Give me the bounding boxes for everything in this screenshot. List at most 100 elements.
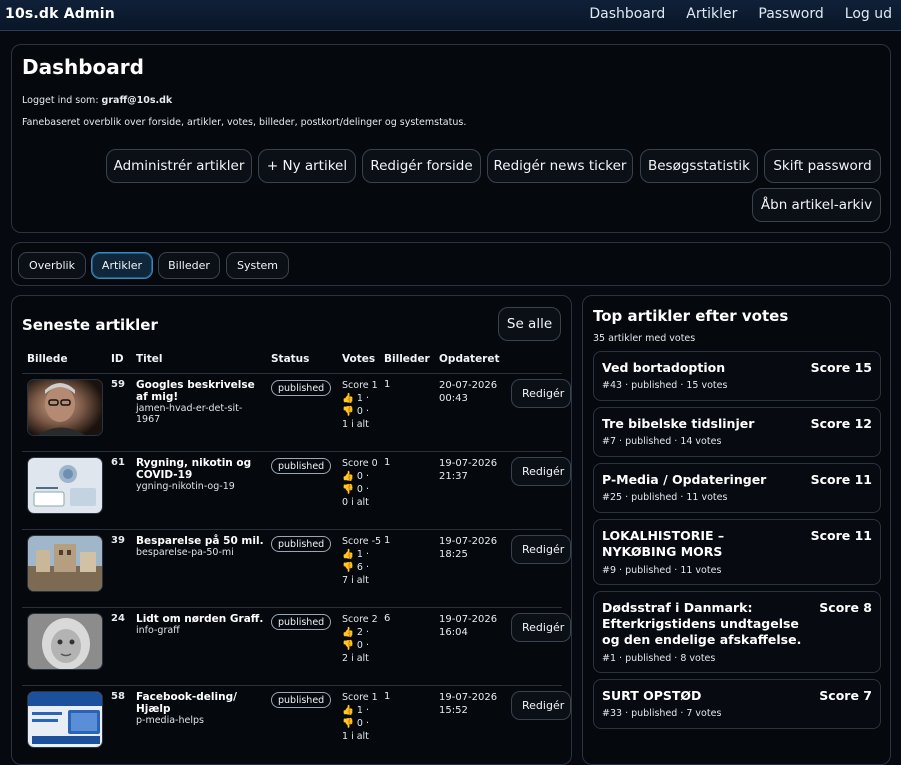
thumbs-up-icon: 👍: [342, 705, 354, 716]
article-thumbnail[interactable]: [27, 613, 103, 670]
status-badge: published: [271, 536, 332, 552]
top-article-card[interactable]: LOKALHISTORIE – NYKØBING MORS Score 11 #…: [593, 519, 881, 585]
article-title[interactable]: Rygning, nikotin og COVID-19: [136, 457, 266, 481]
vote-total: 7 i alt: [342, 575, 369, 586]
article-title[interactable]: Facebook-deling/ Hjælp: [136, 691, 266, 715]
edit-article-button[interactable]: Redigér: [511, 691, 571, 720]
updated-timestamp: 19-07-2026 21:37: [439, 457, 497, 483]
edit-article-button[interactable]: Redigér: [511, 457, 571, 486]
top-articles-title: Top artikler efter votes: [593, 307, 789, 325]
top-article-card[interactable]: SURT OPSTØD Score 7 #33 · published · 7 …: [593, 679, 881, 729]
column-header-status: Status: [271, 353, 310, 365]
vote-summary: Score 0 👍 0 · 👎 0 · 0 i alt: [342, 457, 378, 509]
article-slug: jamen-hvad-er-det-sit-1967: [136, 403, 243, 425]
new-article-button[interactable]: + Ny artikel: [258, 149, 356, 183]
see-all-button[interactable]: Se alle: [498, 307, 561, 341]
top-article-card[interactable]: Ved bortadoption Score 15 #43 · publishe…: [593, 351, 881, 401]
article-id: 58: [111, 691, 125, 702]
table-row: 24 Lidt om nørden Graff. info-graff publ…: [22, 607, 571, 685]
column-header-id: ID: [111, 353, 124, 365]
manage-articles-button[interactable]: Administrér artikler: [106, 149, 252, 183]
article-thumbnail[interactable]: [27, 457, 103, 514]
top-article-card[interactable]: Tre bibelske tidslinjer Score 12 #7 · pu…: [593, 407, 881, 457]
tab-artikler[interactable]: Artikler: [91, 252, 153, 279]
article-title[interactable]: Lidt om nørden Graff.: [136, 613, 266, 625]
thumbs-down-icon: 👎: [342, 484, 354, 495]
updated-date: 19-07-2026: [439, 692, 498, 703]
article-title[interactable]: Besparelse på 50 mil.: [136, 535, 266, 547]
updated-date: 19-07-2026: [439, 614, 498, 625]
image-count: 1: [384, 691, 391, 702]
visitor-stats-button[interactable]: Besøgsstatistik: [640, 149, 758, 183]
nav-link-logout[interactable]: Log ud: [845, 6, 892, 22]
top-article-meta: #33 · published · 7 votes: [602, 708, 722, 719]
top-article-meta: #25 · published · 11 votes: [602, 492, 728, 503]
login-info: Logget ind som: graff@10s.dk: [22, 95, 172, 106]
vote-summary: Score 1 👍 1 · 👎 0 · 1 i alt: [342, 691, 378, 743]
column-header-updated: Opdateret: [439, 353, 500, 365]
updated-timestamp: 19-07-2026 16:04: [439, 613, 497, 639]
updated-time: 21:37: [439, 471, 468, 482]
updated-timestamp: 20-07-2026 00:43: [439, 379, 497, 405]
article-thumbnail[interactable]: [27, 535, 103, 592]
nav-link-dashboard[interactable]: Dashboard: [589, 6, 665, 22]
top-article-score: Score 11: [810, 528, 872, 543]
edit-article-button[interactable]: Redigér: [511, 535, 571, 564]
top-articles-panel: Top artikler efter votes 35 artikler med…: [582, 295, 891, 765]
thumbs-down-icon: 👎: [342, 406, 354, 417]
top-article-score: Score 8: [819, 600, 872, 615]
top-article-title: Dødsstraf i Danmark: Efterkrigstidens un…: [602, 600, 802, 647]
nav-link-password[interactable]: Password: [758, 6, 823, 22]
column-header-images: Billeder: [384, 353, 430, 365]
upvote-count: 1 ·: [356, 549, 369, 560]
top-article-title: Ved bortadoption: [602, 360, 726, 375]
article-id: 59: [111, 379, 125, 390]
article-slug: ygning-nikotin-og-19: [136, 481, 235, 492]
updated-time: 00:43: [439, 393, 468, 404]
vote-summary: Score 1 👍 1 · 👎 0 · 1 i alt: [342, 379, 378, 431]
edit-article-button[interactable]: Redigér: [511, 379, 571, 408]
updated-date: 19-07-2026: [439, 536, 498, 547]
vote-total: 0 i alt: [342, 497, 369, 508]
vote-total: 2 i alt: [342, 653, 369, 664]
top-article-card[interactable]: Dødsstraf i Danmark: Efterkrigstidens un…: [593, 591, 881, 673]
top-nav: Dashboard Artikler Password Log ud: [589, 6, 892, 22]
thumbs-up-icon: 👍: [342, 393, 354, 404]
upvote-count: 0 ·: [356, 471, 369, 482]
edit-frontpage-button[interactable]: Redigér forside: [362, 149, 481, 183]
table-row: 39 Besparelse på 50 mil. besparelse-pa-5…: [22, 529, 571, 607]
top-article-meta: #43 · published · 15 votes: [602, 380, 728, 391]
article-id: 39: [111, 535, 125, 546]
status-badge: published: [271, 692, 332, 708]
nav-link-artikler[interactable]: Artikler: [686, 6, 737, 22]
article-title-cell: Facebook-deling/ Hjælp p-media-helps: [136, 691, 266, 726]
brand-title: 10s.dk Admin: [5, 6, 115, 22]
article-thumbnail[interactable]: [27, 691, 103, 748]
tab-system[interactable]: System: [226, 252, 289, 279]
article-thumbnail[interactable]: [27, 379, 103, 436]
article-title[interactable]: Googles beskrivelse af mig!: [136, 379, 266, 403]
edit-news-ticker-button[interactable]: Redigér news ticker: [487, 149, 633, 183]
article-slug: besparelse-pa-50-mi: [136, 547, 234, 558]
edit-article-button[interactable]: Redigér: [511, 613, 571, 642]
thumbs-up-icon: 👍: [342, 627, 354, 638]
column-header-votes: Votes: [342, 353, 376, 365]
top-article-card[interactable]: P-Media / Opdateringer Score 11 #25 · pu…: [593, 463, 881, 513]
top-article-score: Score 7: [819, 688, 872, 703]
top-article-meta: #9 · published · 11 votes: [602, 565, 722, 576]
downvote-count: 0 ·: [356, 640, 369, 651]
change-password-button[interactable]: Skift password: [764, 149, 881, 183]
thumbs-up-icon: 👍: [342, 471, 354, 482]
upvote-count: 1 ·: [356, 705, 369, 716]
article-slug: info-graff: [136, 625, 180, 636]
thumbs-down-icon: 👎: [342, 640, 354, 651]
downvote-count: 6 ·: [356, 562, 369, 573]
tab-billeder[interactable]: Billeder: [158, 252, 220, 279]
vote-total: 1 i alt: [342, 419, 369, 430]
article-slug: p-media-helps: [136, 715, 204, 726]
open-article-archive-button[interactable]: Åbn artikel-arkiv: [752, 188, 881, 222]
tab-overblik[interactable]: Overblik: [18, 252, 86, 279]
vote-score: Score 2: [342, 614, 378, 625]
top-article-score: Score 12: [810, 416, 872, 431]
vote-score: Score 0: [342, 458, 378, 469]
